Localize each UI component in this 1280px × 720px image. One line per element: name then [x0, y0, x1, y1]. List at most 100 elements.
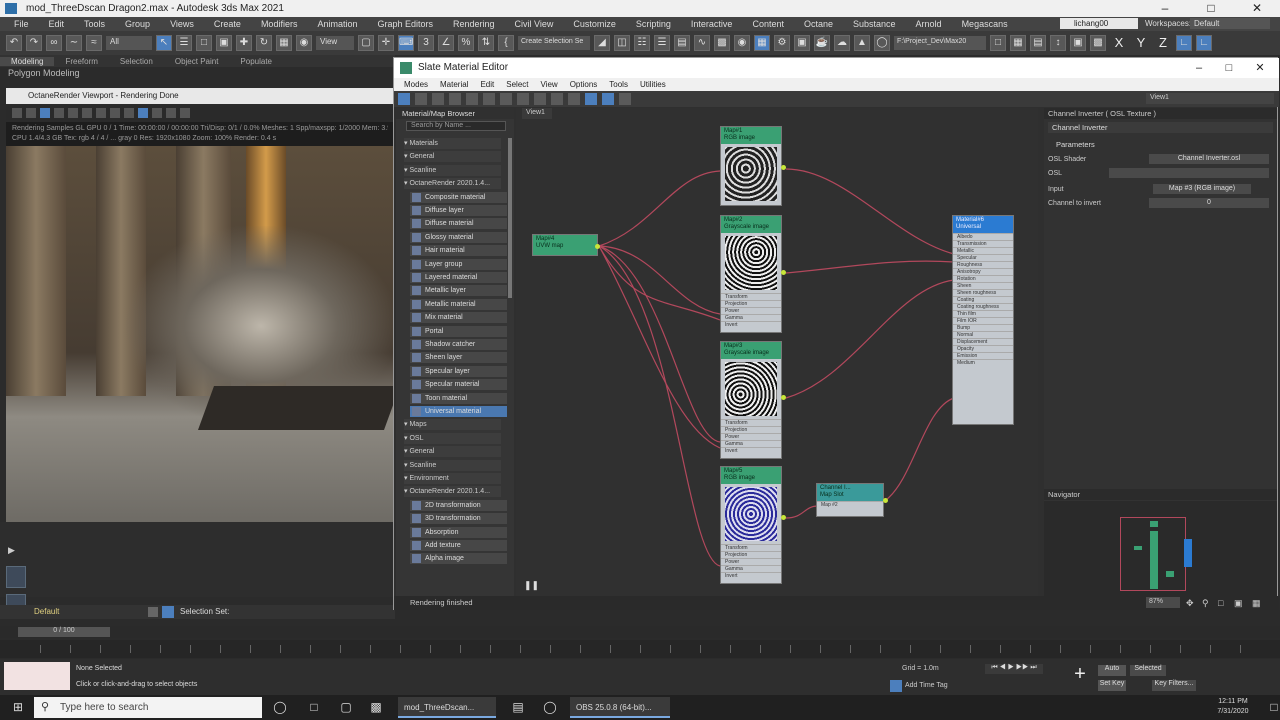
node-grayscale-image-2[interactable]: Map#2 Grayscale image Transform Projectio…: [720, 215, 782, 333]
menu-content[interactable]: Content: [742, 19, 794, 29]
curve-editor-icon[interactable]: ∿: [694, 35, 710, 51]
project-folder-icon[interactable]: ▤: [1030, 35, 1046, 51]
snaps-toggle-icon[interactable]: 3: [418, 35, 434, 51]
node-port[interactable]: Sheen roughness: [953, 289, 1013, 296]
node-port[interactable]: Coating: [953, 296, 1013, 303]
osl-field[interactable]: [1109, 168, 1269, 178]
open-project-icon[interactable]: □: [990, 35, 1006, 51]
node-uvw-map[interactable]: Map#4 UVW map: [532, 234, 598, 256]
zoom-dropdown[interactable]: 87%: [1146, 597, 1180, 608]
move-icon[interactable]: ✚: [236, 35, 252, 51]
pick-focus-icon[interactable]: [124, 108, 134, 118]
axis-constraint-icon[interactable]: ↕: [1050, 35, 1066, 51]
scale-icon[interactable]: ▦: [276, 35, 292, 51]
node-output-port[interactable]: [595, 244, 600, 249]
node-port[interactable]: Normal: [953, 331, 1013, 338]
file-explorer-icon[interactable]: ▢: [334, 697, 358, 718]
menu-arnold[interactable]: Arnold: [906, 19, 952, 29]
menu-edit[interactable]: Edit: [39, 19, 75, 29]
node-port[interactable]: Power: [721, 307, 781, 314]
node-port[interactable]: Specular: [953, 254, 1013, 261]
maxscript-listener[interactable]: [4, 662, 70, 690]
ribbon-tab-freeform[interactable]: Freeform: [54, 57, 108, 66]
menu-modifiers[interactable]: Modifiers: [251, 19, 308, 29]
axis-z-button[interactable]: Z: [1154, 35, 1172, 51]
node-port[interactable]: Sheen: [953, 282, 1013, 289]
key-filters-button[interactable]: Key Filters...: [1152, 680, 1196, 691]
menu-tools[interactable]: Tools: [74, 19, 115, 29]
node-port[interactable]: Gamma: [721, 440, 781, 447]
node-port[interactable]: Emission: [953, 352, 1013, 359]
menu-rendering[interactable]: Rendering: [443, 19, 505, 29]
set-key-button[interactable]: Set Key: [1098, 680, 1126, 691]
node-port[interactable]: Power: [721, 558, 781, 565]
layout-tab-play-icon[interactable]: ▶: [8, 545, 20, 555]
percent-snap-icon[interactable]: %: [458, 35, 474, 51]
node-port[interactable]: Displacement: [953, 338, 1013, 345]
ribbon-tab-selection[interactable]: Selection: [109, 57, 164, 66]
taskbar-app-obs[interactable]: OBS 25.0.8 (64-bit)...: [570, 697, 670, 718]
node-output-port[interactable]: [781, 165, 786, 170]
stop-icon[interactable]: [82, 108, 92, 118]
rendered-frame-icon[interactable]: ▣: [794, 35, 810, 51]
close-icon[interactable]: ✕: [1234, 0, 1280, 17]
reference-coord-dropdown[interactable]: View: [316, 36, 354, 50]
select-manipulate-icon[interactable]: ✛: [378, 35, 394, 51]
taskbar-search-input[interactable]: Type here to search: [34, 697, 262, 718]
select-by-name-icon[interactable]: ☰: [176, 35, 192, 51]
add-time-tag-label[interactable]: Add Time Tag: [905, 682, 948, 689]
region-render-icon[interactable]: [40, 108, 50, 118]
select-object-icon[interactable]: ↖: [156, 35, 172, 51]
node-port[interactable]: Invert: [721, 447, 781, 454]
render-in-cloud-icon[interactable]: ☁: [834, 35, 850, 51]
zoom-extents-icon[interactable]: ▣: [1234, 598, 1243, 609]
node-port[interactable]: Transmission: [953, 240, 1013, 247]
toggle-layer-explorer-icon[interactable]: ☰: [654, 35, 670, 51]
node-output-port[interactable]: [781, 515, 786, 520]
menu-substance[interactable]: Substance: [843, 19, 906, 29]
window-crossing-icon[interactable]: ▣: [216, 35, 232, 51]
zoom-extents-selected-icon[interactable]: ▦: [1252, 598, 1261, 609]
zoom-icon[interactable]: ⚲: [1202, 598, 1209, 609]
node-port[interactable]: Power: [721, 433, 781, 440]
menu-interactive[interactable]: Interactive: [681, 19, 743, 29]
notifications-icon[interactable]: □: [1268, 697, 1280, 718]
link-icon[interactable]: ∞: [46, 35, 62, 51]
toggle-ribbon-icon[interactable]: ▤: [674, 35, 690, 51]
rotate-icon[interactable]: ↻: [256, 35, 272, 51]
ribbon-tab-object-paint[interactable]: Object Paint: [164, 57, 230, 66]
project-path-dropdown[interactable]: F:\Project_Dev\Max20: [894, 36, 986, 50]
graph-pause-icon[interactable]: ❚❚: [524, 580, 539, 591]
maximize-icon[interactable]: □: [1188, 0, 1234, 17]
keyboard-shortcut-override-icon[interactable]: ⌨: [398, 35, 414, 51]
pause-icon[interactable]: [68, 108, 78, 118]
isolate-selection-icon[interactable]: [162, 606, 174, 618]
a360-gallery-icon[interactable]: ▲: [854, 35, 870, 51]
set-project-icon[interactable]: ▦: [1010, 35, 1026, 51]
edge-icon[interactable]: ◯: [538, 697, 562, 718]
input-map-button[interactable]: Map #3 (RGB image): [1153, 184, 1251, 194]
menu-animation[interactable]: Animation: [307, 19, 367, 29]
ribbon-tab-populate[interactable]: Populate: [229, 57, 283, 66]
ribbon-tab-modeling[interactable]: Modeling: [0, 56, 55, 66]
undo-icon[interactable]: ↶: [6, 35, 22, 51]
node-port[interactable]: Projection: [721, 426, 781, 433]
menu-civil-view[interactable]: Civil View: [505, 19, 564, 29]
node-port[interactable]: Map #2: [817, 501, 883, 508]
channel-spinner[interactable]: 0: [1149, 198, 1269, 208]
menu-customize[interactable]: Customize: [563, 19, 626, 29]
param-section-parameters[interactable]: Parameters: [1048, 139, 1273, 150]
minimize-icon[interactable]: –: [1142, 0, 1188, 17]
toggle-scene-explorer-icon[interactable]: ☷: [634, 35, 650, 51]
add-time-tag-icon[interactable]: [890, 680, 902, 692]
axis-y-button[interactable]: Y: [1132, 35, 1150, 51]
playback-controls[interactable]: ⏮ ◀ ▶ ▶▶ ⏭: [985, 664, 1043, 674]
node-port[interactable]: Roughness: [953, 261, 1013, 268]
key-mode-dropdown[interactable]: Selected: [1130, 665, 1166, 676]
mirror-icon[interactable]: ◢: [594, 35, 610, 51]
angle-snap-icon[interactable]: ∠: [438, 35, 454, 51]
node-output-port[interactable]: [781, 270, 786, 275]
menu-file[interactable]: File: [4, 19, 39, 29]
node-output-port[interactable]: [883, 498, 888, 503]
lock-selection-icon[interactable]: [148, 607, 158, 617]
